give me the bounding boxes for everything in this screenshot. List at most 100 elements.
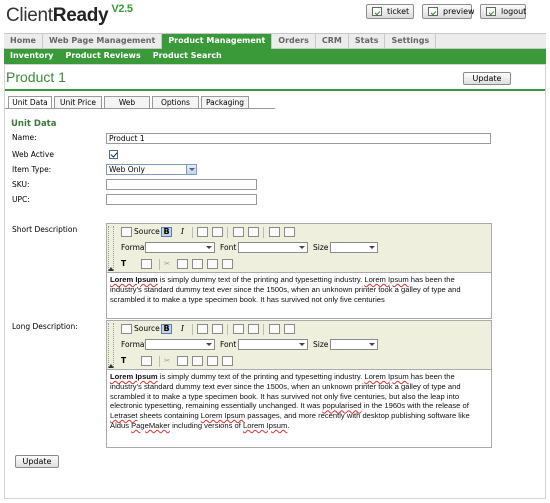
- bold-button[interactable]: B: [161, 227, 172, 237]
- app-logo: ClientReady V2.5: [6, 3, 133, 26]
- nav-web-page-management[interactable]: Web Page Management: [43, 34, 163, 49]
- paste-text-icon[interactable]: [207, 356, 218, 366]
- page-title: Product 1: [6, 69, 66, 85]
- unlink-icon[interactable]: [248, 324, 259, 334]
- nav-settings[interactable]: Settings: [385, 34, 437, 49]
- table-icon[interactable]: [284, 227, 295, 237]
- format-select[interactable]: [145, 339, 215, 350]
- font-label: Font: [220, 243, 237, 252]
- table-icon[interactable]: [284, 324, 295, 334]
- short-description-label: Short Description: [12, 225, 78, 234]
- copy-icon[interactable]: [177, 356, 188, 366]
- separator: [159, 356, 160, 367]
- long-description-editor[interactable]: Source B I Format Font Size T ✂ Lorem Ip…: [106, 320, 492, 448]
- upc-input[interactable]: [106, 194, 257, 205]
- text-color-icon[interactable]: T: [121, 258, 126, 271]
- separator: [263, 227, 264, 238]
- image-icon[interactable]: [269, 227, 280, 237]
- name-label: Name:: [12, 133, 37, 142]
- font-label: Font: [220, 340, 237, 349]
- tab-packaging[interactable]: Packaging: [201, 96, 249, 108]
- separator: [227, 227, 228, 238]
- editor-toolbar: Source B I Format Font Size T ✂: [107, 321, 491, 370]
- paste-icon[interactable]: [192, 259, 203, 269]
- nav-product-management[interactable]: Product Management: [162, 34, 273, 49]
- link-icon[interactable]: [233, 324, 244, 334]
- bold-button[interactable]: B: [161, 324, 172, 334]
- check-icon: [486, 7, 496, 16]
- copy-icon[interactable]: [177, 259, 188, 269]
- italic-button[interactable]: I: [177, 227, 188, 237]
- background-color-icon[interactable]: [141, 259, 152, 269]
- web-active-checkbox[interactable]: [109, 150, 118, 159]
- tab-unit-price[interactable]: Unit Price: [54, 96, 102, 108]
- background-color-icon[interactable]: [141, 356, 152, 366]
- unordered-list-icon[interactable]: [212, 227, 223, 237]
- sku-input[interactable]: [106, 179, 257, 190]
- item-type-value: Web Only: [109, 165, 145, 174]
- nav-stats[interactable]: Stats: [349, 34, 386, 49]
- link-icon[interactable]: [233, 227, 244, 237]
- update-button-bottom[interactable]: Update: [15, 455, 59, 468]
- paste-word-icon[interactable]: [222, 259, 233, 269]
- update-button-top[interactable]: Update: [463, 72, 511, 85]
- font-select[interactable]: [238, 242, 308, 253]
- source-button[interactable]: Source: [134, 323, 160, 336]
- main-panel: Product 1 Update Unit Data Unit Price We…: [4, 64, 546, 499]
- toolbar-grip: [108, 323, 114, 367]
- paste-icon[interactable]: [192, 356, 203, 366]
- separator: [227, 324, 228, 335]
- subnav-inventory[interactable]: Inventory: [4, 49, 60, 64]
- tab-options[interactable]: Options: [152, 96, 199, 108]
- main-nav: Home Web Page Management Product Managem…: [4, 33, 546, 49]
- nav-orders[interactable]: Orders: [272, 34, 316, 49]
- format-label: Format: [121, 243, 148, 252]
- tabs-divider: [5, 108, 275, 109]
- ticket-button[interactable]: ticket: [366, 4, 414, 19]
- cut-icon[interactable]: ✂: [164, 355, 170, 368]
- unlink-icon[interactable]: [248, 227, 259, 237]
- item-type-select[interactable]: Web Only: [106, 164, 197, 175]
- separator: [263, 324, 264, 335]
- collapse-toolbar-icon[interactable]: [108, 364, 114, 368]
- cut-icon[interactable]: ✂: [164, 258, 170, 271]
- item-type-label: Item Type:: [12, 165, 52, 174]
- collapse-toolbar-icon[interactable]: [108, 267, 114, 271]
- short-description-content[interactable]: Lorem Ipsum is simply dummy text of the …: [107, 273, 491, 306]
- size-select[interactable]: [330, 339, 378, 350]
- unordered-list-icon[interactable]: [212, 324, 223, 334]
- nav-crm[interactable]: CRM: [316, 34, 349, 49]
- size-select[interactable]: [330, 242, 378, 253]
- subnav-product-search[interactable]: Product Search: [147, 49, 228, 64]
- long-description-content[interactable]: Lorem Ipsum is simply dummy text of the …: [107, 370, 491, 433]
- ordered-list-icon[interactable]: [197, 324, 208, 334]
- preview-button[interactable]: preview: [422, 4, 475, 19]
- separator: [192, 227, 193, 238]
- editor-toolbar: Source B I Format Font Size T ✂: [107, 224, 491, 273]
- image-icon[interactable]: [269, 324, 280, 334]
- logout-button[interactable]: logout: [480, 4, 526, 19]
- sku-label: SKU:: [12, 180, 30, 189]
- format-label: Format: [121, 340, 148, 349]
- app-version: V2.5: [111, 3, 133, 15]
- chevron-down-icon: [186, 165, 196, 174]
- text-color-icon[interactable]: T: [121, 355, 126, 368]
- paste-text-icon[interactable]: [207, 259, 218, 269]
- font-select[interactable]: [238, 339, 308, 350]
- name-input[interactable]: Product 1: [106, 133, 491, 144]
- ordered-list-icon[interactable]: [197, 227, 208, 237]
- nav-home[interactable]: Home: [4, 34, 43, 49]
- italic-button[interactable]: I: [177, 324, 188, 334]
- paste-word-icon[interactable]: [222, 356, 233, 366]
- subnav-product-reviews[interactable]: Product Reviews: [60, 49, 147, 64]
- tab-web[interactable]: Web: [104, 96, 150, 108]
- format-select[interactable]: [145, 242, 215, 253]
- long-description-label: Long Description:: [12, 322, 78, 331]
- section-title: Unit Data: [11, 119, 57, 129]
- check-icon: [428, 7, 438, 16]
- source-button[interactable]: Source: [134, 226, 160, 239]
- source-icon: [121, 324, 132, 334]
- short-description-editor[interactable]: Source B I Format Font Size T ✂ Lorem Ip…: [106, 223, 492, 319]
- size-label: Size: [313, 340, 329, 349]
- upc-label: UPC:: [12, 195, 30, 204]
